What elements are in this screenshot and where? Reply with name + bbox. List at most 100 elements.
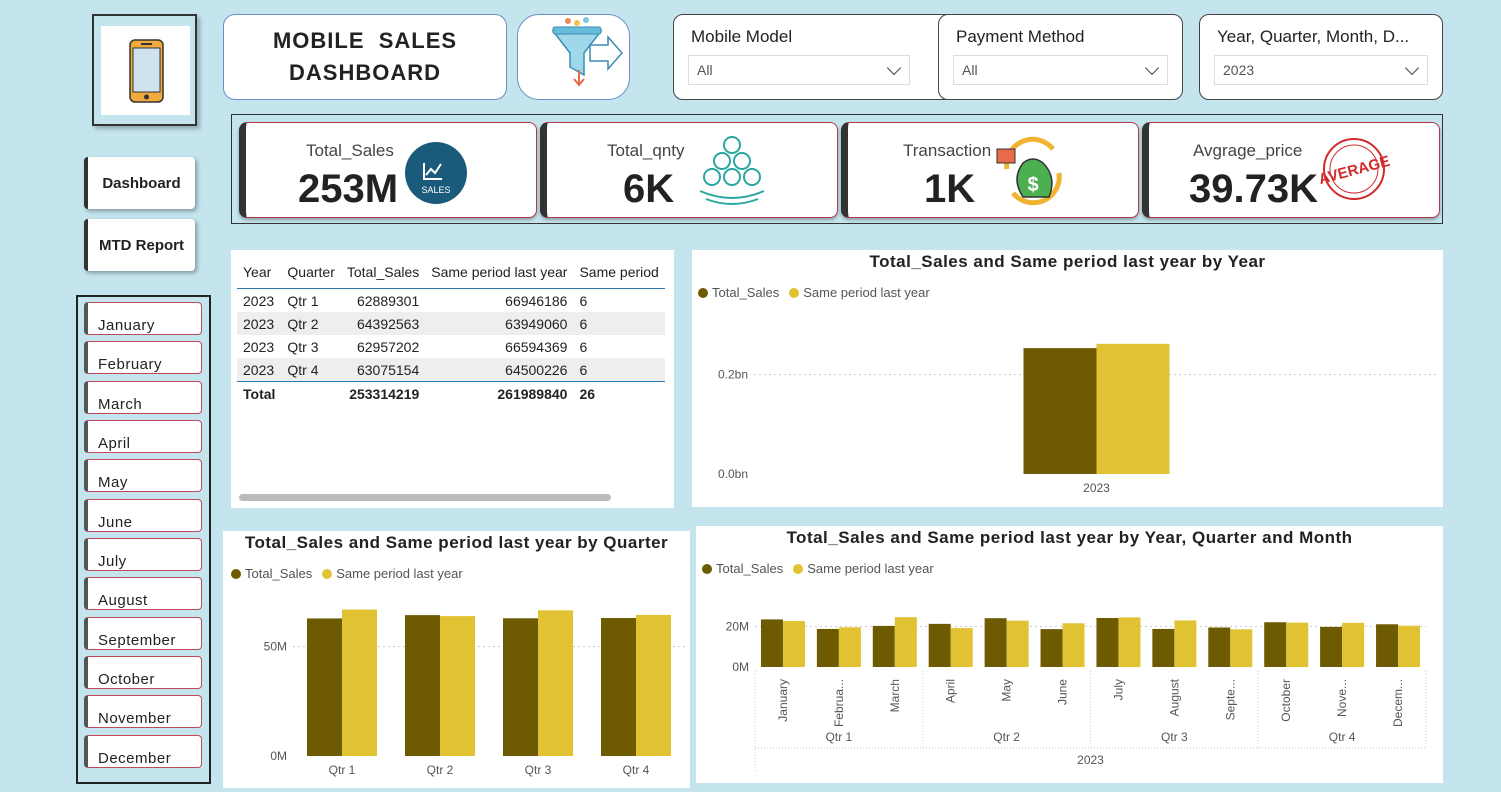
filter-toggle-button[interactable] <box>517 14 630 100</box>
table-cell: Qtr 4 <box>281 358 341 382</box>
column-header[interactable]: Same period last year <box>425 256 573 289</box>
month-button-november[interactable]: November <box>84 695 202 728</box>
kpi-label: Total_qnty <box>607 141 685 160</box>
slicer-label: Payment Method <box>956 27 1085 46</box>
bar-same-period <box>782 621 805 667</box>
month-button-february[interactable]: February <box>84 341 202 374</box>
date-dropdown[interactable]: 2023 <box>1214 55 1428 85</box>
bar-same-period <box>1062 623 1085 667</box>
month-button-april[interactable]: April <box>84 420 202 453</box>
sales-matrix-table: Year Quarter Total_Sales Same period las… <box>231 250 674 508</box>
bar-same-period <box>636 614 671 756</box>
kpi-value: 6K <box>623 167 675 211</box>
payment-method-dropdown[interactable]: All <box>953 55 1168 85</box>
x-tick-label: July <box>1111 679 1125 700</box>
bar-same-period <box>538 610 573 756</box>
horizontal-scrollbar[interactable] <box>239 494 611 501</box>
slicer-value: All <box>962 62 978 78</box>
chart-by-year: Total_Sales and Same period last year by… <box>692 250 1443 507</box>
mobile-model-dropdown[interactable]: All <box>688 55 910 85</box>
table-cell: 261989840 <box>497 385 568 402</box>
x-tick-label: Qtr 3 <box>525 763 552 777</box>
column-header[interactable]: Same period <box>573 256 664 289</box>
bar-total-sales <box>1040 629 1063 667</box>
table-row[interactable]: 2023 Qtr 2 64392563 63949060 6 <box>237 312 665 335</box>
table-cell: 63075154 <box>340 358 426 382</box>
x-tick-label: March <box>888 679 902 712</box>
table-row[interactable]: 2023 Qtr 1 62889301 66946186 6 <box>237 289 665 313</box>
kpi-card-total-qnty: Total_qnty 6K <box>540 122 838 218</box>
month-filter-panel: January February March April May June Ju… <box>76 295 211 784</box>
table-cell: 62889301 <box>356 292 420 309</box>
bar-same-period <box>440 616 475 756</box>
bar-total-sales <box>1208 627 1231 667</box>
chart-by-quarter: Total_Sales and Same period last year by… <box>223 531 690 788</box>
month-button-may[interactable]: May <box>84 459 202 492</box>
table-total-row: Total 253314219 261989840 26 <box>237 382 665 406</box>
bar-total-sales <box>1023 348 1097 474</box>
chart-plot: 0M 50M Qtr 1 Qtr 2 Qtr 3 Qtr 4 <box>264 609 685 777</box>
chart-plot: 0.0bn 0.2bn 2023 <box>718 343 1439 495</box>
matrix-table: Year Quarter Total_Sales Same period las… <box>237 256 665 405</box>
year-label: 2023 <box>1077 753 1104 767</box>
chevron-down-icon <box>1144 60 1160 76</box>
table-cell: 2023 <box>237 312 282 335</box>
chart-by-month: Total_Sales and Same period last year by… <box>696 526 1443 783</box>
slicer-label: Mobile Model <box>691 27 793 46</box>
table-cell: 2023 <box>243 338 275 355</box>
slicer-label: Year, Quarter, Month, D... <box>1217 27 1410 46</box>
bar-total-sales <box>1376 624 1399 667</box>
quarter-label: Qtr 1 <box>826 730 853 744</box>
month-button-august[interactable]: August <box>84 577 202 610</box>
x-tick-label: Qtr 2 <box>427 763 454 777</box>
kpi-label: Transaction <box>903 141 992 160</box>
mtd-report-button[interactable]: MTD Report <box>84 219 195 271</box>
month-button-july[interactable]: July <box>84 538 202 571</box>
phone-logo-icon <box>101 26 190 115</box>
dashboard-title: MOBILE SALES DASHBOARD <box>223 14 507 100</box>
bar-same-period <box>1118 617 1141 667</box>
bar-same-period <box>894 617 917 667</box>
bar-total-sales <box>307 618 342 756</box>
month-button-september[interactable]: September <box>84 617 202 650</box>
table-row[interactable]: 2023 Qtr 3 62957202 66594369 6 <box>237 335 665 358</box>
month-button-january[interactable]: January <box>84 302 202 335</box>
bar-total-sales <box>760 619 783 667</box>
column-header[interactable]: Total_Sales <box>341 256 425 289</box>
x-tick-label: June <box>1056 679 1070 705</box>
table-cell: 62957202 <box>356 338 420 355</box>
column-header[interactable]: Quarter <box>281 256 340 289</box>
x-tick-label: 2023 <box>1083 481 1110 495</box>
chart-plot: 0M 20M January Februa... March April May June Ju… <box>726 617 1427 771</box>
month-button-december[interactable]: December <box>84 735 202 768</box>
y-tick-label: 50M <box>264 640 287 654</box>
quarter-label: Qtr 2 <box>993 730 1020 744</box>
x-tick-label: Decem... <box>1391 679 1405 727</box>
bar-same-period <box>1096 343 1170 474</box>
chevron-down-icon <box>886 60 902 76</box>
svg-text:$: $ <box>1027 174 1038 196</box>
month-button-march[interactable]: March <box>84 381 202 414</box>
bar-total-sales <box>1096 617 1119 667</box>
table-cell: Qtr 1 <box>287 292 319 309</box>
dashboard-button[interactable]: Dashboard <box>84 157 195 209</box>
sales-icon: SALES <box>405 142 467 204</box>
x-tick-label: August <box>1167 678 1181 716</box>
month-button-october[interactable]: October <box>84 656 202 689</box>
table-cell: Qtr 3 <box>287 338 319 355</box>
table-cell: Total <box>243 385 276 402</box>
y-tick-label: 0M <box>732 660 749 674</box>
table-row[interactable]: 2023 Qtr 4 63075154 64500226 6 <box>237 358 665 382</box>
bar-same-period <box>1398 625 1421 667</box>
bar-total-sales <box>405 615 440 756</box>
bar-same-period <box>838 627 861 667</box>
table-cell: 26 <box>579 385 596 402</box>
stack-icon <box>699 136 765 205</box>
x-tick-label: October <box>1279 679 1293 722</box>
slicer-value: 2023 <box>1223 62 1255 78</box>
month-button-june[interactable]: June <box>84 499 202 532</box>
bar-total-sales <box>1264 622 1287 667</box>
table-cell: 6 <box>579 338 588 355</box>
column-header[interactable]: Year <box>237 256 281 289</box>
bar-same-period <box>1230 629 1253 667</box>
